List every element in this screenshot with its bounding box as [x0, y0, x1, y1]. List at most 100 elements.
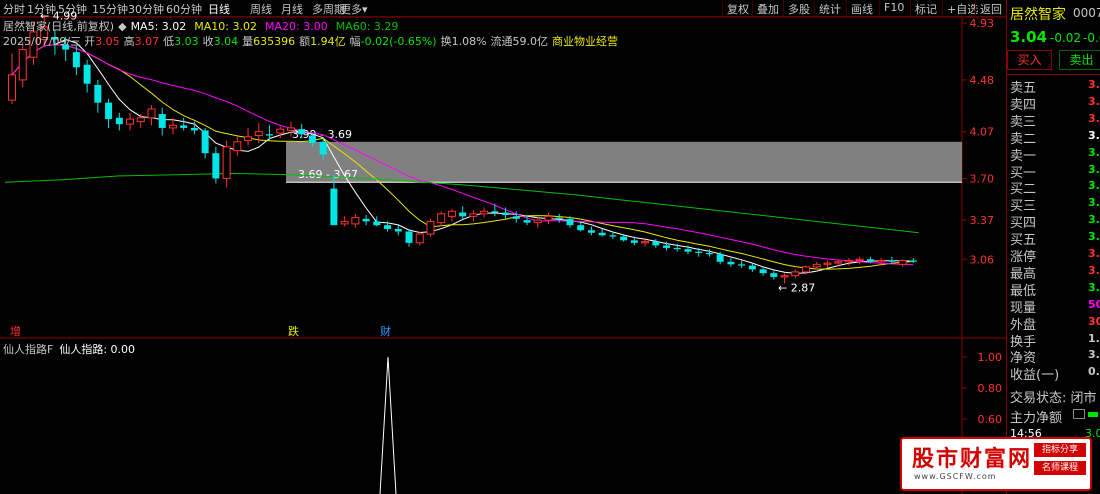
quote-row-value: 3.0 [1088, 263, 1100, 277]
candle-body [620, 236, 628, 241]
candle-body [158, 114, 166, 128]
quote-row-15: 换手1.08 [1010, 331, 1100, 350]
ohlc-val-4: 635396 [253, 35, 296, 48]
quote-row-3: 卖二3.0 [1010, 128, 1100, 147]
ohlc-val-1: 3.07 [134, 35, 160, 48]
event-marker-0[interactable]: 增 [10, 324, 21, 338]
ohlc-item-5: 额1.94亿 [299, 35, 346, 48]
ohlc-key-5: 额 [299, 35, 311, 48]
candle-body [415, 233, 424, 244]
candle-body [168, 124, 177, 129]
candle-body [523, 220, 531, 223]
quote-row-2: 卖三3.0 [1010, 111, 1100, 130]
chart-title: 居然智家(日线,前复权) [3, 20, 115, 33]
candle-body [480, 210, 489, 215]
ohlc-val-6: -0.02(-0.65%) [360, 35, 437, 48]
candle-body [738, 264, 746, 266]
candle-body [812, 263, 821, 268]
quote-row-value: 3.0 [1088, 94, 1100, 108]
candle-body [351, 217, 360, 225]
sector-label[interactable]: 商业物业经营 [552, 35, 618, 48]
ohlc-item-0: 开3.05 [84, 35, 120, 48]
quote-row-value: 3.0 [1088, 78, 1100, 91]
ma-label-2: MA20: 3.00 [265, 20, 328, 33]
candle-body [533, 219, 542, 224]
candle-body [684, 249, 692, 252]
ad-tag-course: 名师课程 [1034, 461, 1086, 475]
candle-body [909, 260, 917, 262]
indicator-signal-spike [379, 356, 397, 494]
ohlc-key-4: 量 [242, 35, 254, 48]
candle-body [748, 265, 756, 270]
candle-body [180, 125, 188, 128]
indicator-axis-label: 0.60 [978, 413, 1003, 426]
bar-date: 2025/07/09/三 [3, 35, 82, 48]
candle-body [609, 235, 617, 237]
candle-body [94, 84, 102, 103]
quote-row-value: 3.3 [1088, 247, 1100, 260]
candle-body [780, 275, 789, 278]
quote-row-7: 买三3.0 [1010, 195, 1100, 214]
candle-body [83, 64, 91, 84]
candle-body [673, 247, 681, 250]
price-axis-label: 3.37 [970, 214, 995, 227]
chart-ohlc-line: 2025/07/09/三 开3.05 高3.07 低3.03 收3.04 量635396 额… [3, 33, 618, 49]
quote-row-value: 500 [1088, 297, 1100, 311]
ohlc-key-7: 换 [440, 35, 452, 48]
candle-body [147, 108, 156, 119]
candle-body [330, 188, 338, 226]
last-price: 3.04 [1010, 28, 1048, 46]
quote-row-value: 3.0 [1088, 213, 1100, 227]
candle-body [727, 261, 735, 265]
candle-body [705, 252, 713, 255]
candle-body [641, 241, 650, 244]
candle-body [888, 260, 896, 262]
price-axis-label: 3.06 [970, 253, 995, 266]
stock-name: 居然智家 [1010, 7, 1066, 23]
event-marker-2[interactable]: 财 [380, 324, 391, 338]
ohlc-key-3: 收 [202, 35, 214, 48]
candle-body [469, 213, 478, 217]
candle-body [298, 129, 306, 135]
candle-body [791, 271, 800, 277]
ohlc-val-7: 1.08% [451, 35, 487, 48]
buy-button[interactable]: 买入 [1007, 50, 1052, 70]
candle-body [136, 117, 145, 123]
candle-body [212, 153, 220, 179]
quote-row-8: 买四3.0 [1010, 212, 1100, 231]
ohlc-key-6: 幅 [349, 35, 361, 48]
indicator-value: 仙人指路: 0.00 [59, 343, 136, 356]
candle-body [555, 217, 563, 219]
price-axis-label: 4.48 [970, 74, 995, 87]
candle-body [254, 131, 263, 136]
candle-body [105, 102, 113, 120]
candle-body [844, 260, 853, 263]
quote-row-9: 买五3.0 [1010, 229, 1100, 248]
candle-body [834, 261, 843, 264]
candle-body [340, 220, 349, 225]
indicator-name[interactable]: 仙人指路F [3, 343, 53, 356]
ad-tag-share: 指标分享 [1034, 443, 1086, 457]
indicator-axis-label: 0.80 [978, 382, 1003, 395]
ma-label-0: MA5: 3.02 [130, 20, 187, 33]
band-label-lower: 3.69 - 3.67 [298, 168, 358, 181]
candle-body [308, 135, 316, 144]
candle-body [244, 136, 253, 142]
quote-row-17: 收益(一) 0.03 [1010, 364, 1100, 383]
candle-body [898, 260, 907, 265]
sell-button[interactable]: 卖出 [1059, 50, 1100, 70]
low-label: ← 2.87 [778, 281, 815, 294]
quote-row-value: 3.2 [1088, 348, 1100, 362]
ohlc-val-0: 3.05 [95, 35, 120, 48]
price-axis-label: 4.93 [970, 17, 995, 30]
ohlc-key-8: 流通 [490, 35, 513, 48]
price-change-pct: -0.6 [1083, 31, 1100, 45]
price-axis-label: 4.07 [970, 126, 995, 139]
quote-row-value: 3.0 [1088, 179, 1100, 193]
candle-body [72, 52, 80, 68]
event-marker-1[interactable]: 跌 [288, 324, 299, 338]
flow-toggle-icon[interactable] [1073, 409, 1085, 419]
ma-toggle-icon[interactable]: ◆ [118, 20, 126, 33]
candle-body [126, 118, 135, 125]
quote-row-14: 外盘30310 [1010, 314, 1100, 333]
